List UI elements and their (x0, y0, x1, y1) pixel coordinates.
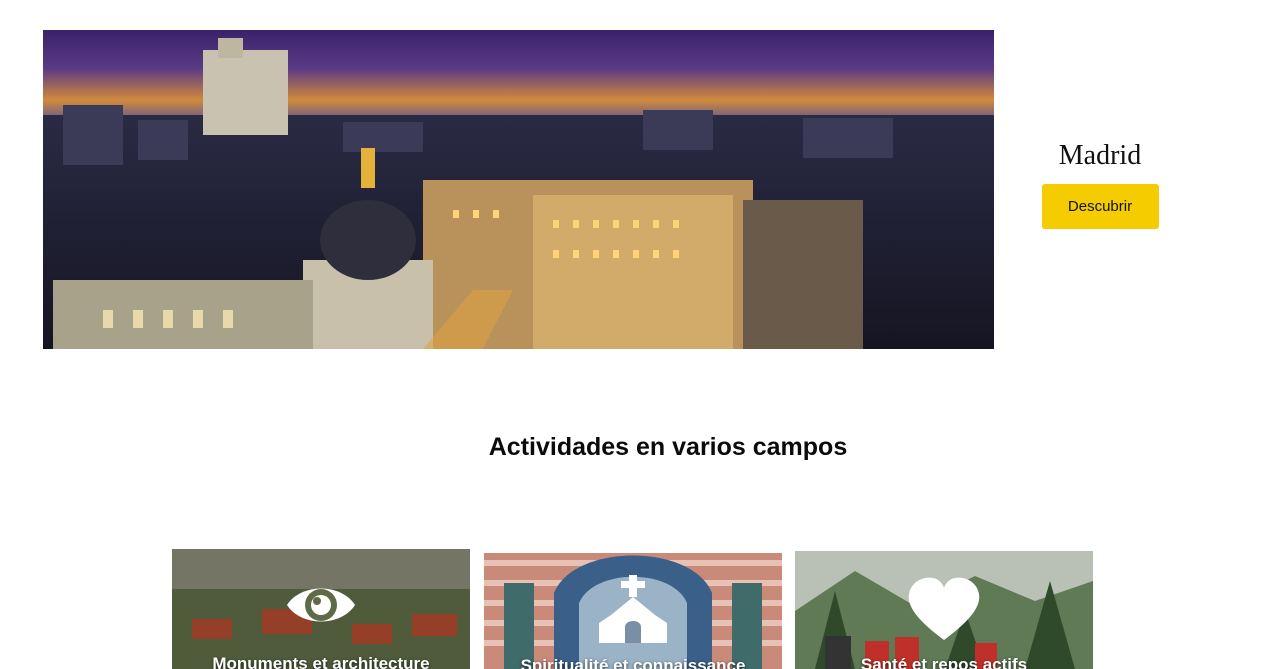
card-spirituality-label: Spiritualité et connaissance (520, 656, 746, 669)
card-health-label: Santé et repos actifs (860, 655, 1028, 669)
hero-title: Madrid (1058, 140, 1142, 171)
madrid-skyline-illustration (43, 30, 994, 349)
discover-button[interactable]: Descubrir (1041, 184, 1159, 229)
eye-icon (285, 579, 357, 636)
hero-side-panel: Madrid Descubrir (1020, 140, 1180, 229)
card-spirituality[interactable]: Spiritualité et connaissance (484, 553, 782, 669)
card-monuments[interactable]: Monuments et architecture (172, 549, 470, 669)
card-monuments-label: Monuments et architecture (212, 654, 430, 669)
church-icon (597, 575, 669, 650)
hero-image (43, 30, 994, 349)
section-heading: Actividades en varios campos (488, 433, 848, 461)
heart-icon (907, 576, 981, 647)
card-health[interactable]: Santé et repos actifs (795, 551, 1093, 669)
